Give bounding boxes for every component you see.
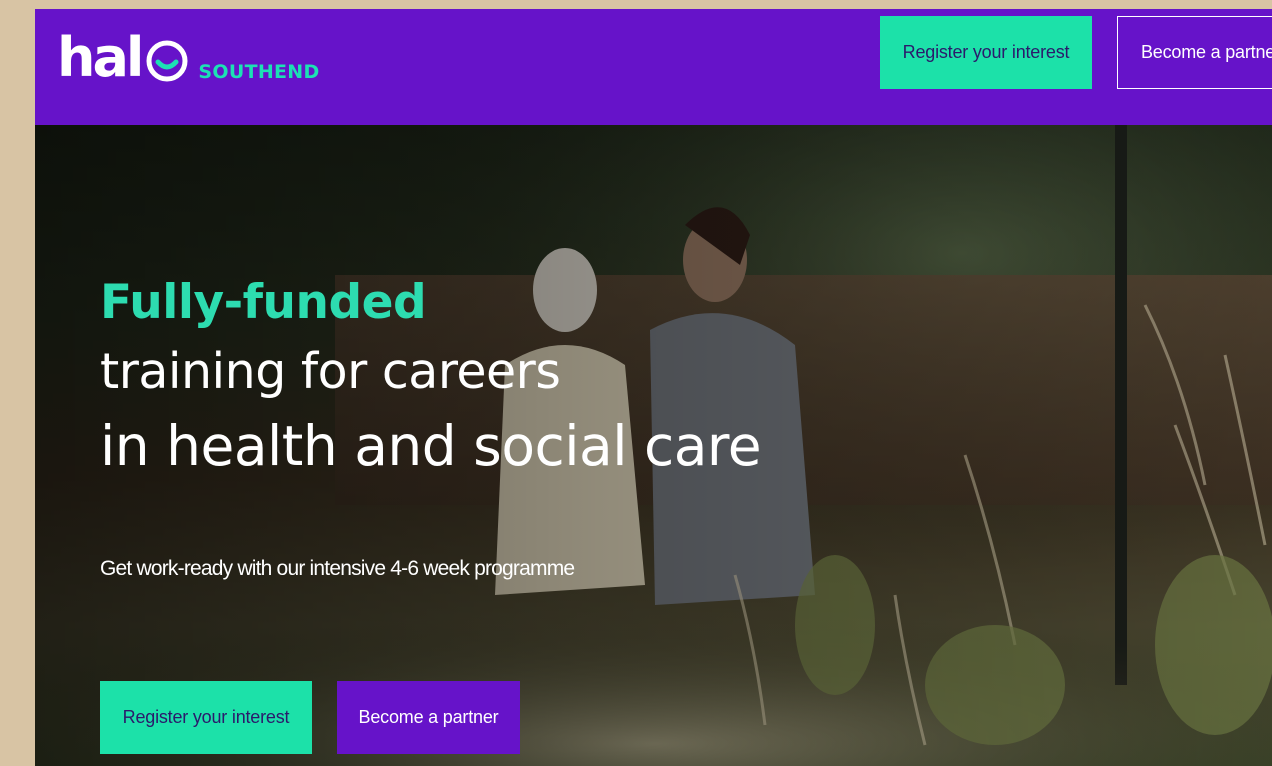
hero-register-interest-button[interactable]: Register your interest: [100, 681, 312, 754]
headline-line-2: training for careers: [100, 343, 561, 400]
logo-wordmark: hal: [57, 26, 144, 89]
top-navbar: hal SOUTHEND Register your interest Beco…: [35, 9, 1272, 125]
hero-headline: Fully-funded training for careers in hea…: [100, 271, 762, 483]
logo-subtitle: SOUTHEND: [198, 61, 320, 83]
hero-become-partner-button[interactable]: Become a partner: [337, 681, 520, 754]
nav-register-interest-button[interactable]: Register your interest: [880, 16, 1092, 89]
headline-accent: Fully-funded: [100, 275, 427, 330]
halo-southend-logo[interactable]: hal SOUTHEND: [57, 15, 320, 85]
nav-become-partner-button[interactable]: Become a partner: [1117, 16, 1272, 89]
headline-line-3: in health and social care: [100, 414, 762, 478]
page-frame: hal SOUTHEND Register your interest Beco…: [35, 9, 1272, 766]
hero-section: Fully-funded training for careers in hea…: [35, 125, 1272, 766]
smile-logo-icon: [146, 40, 188, 82]
hero-subtitle: Get work-ready with our intensive 4-6 we…: [100, 557, 575, 580]
